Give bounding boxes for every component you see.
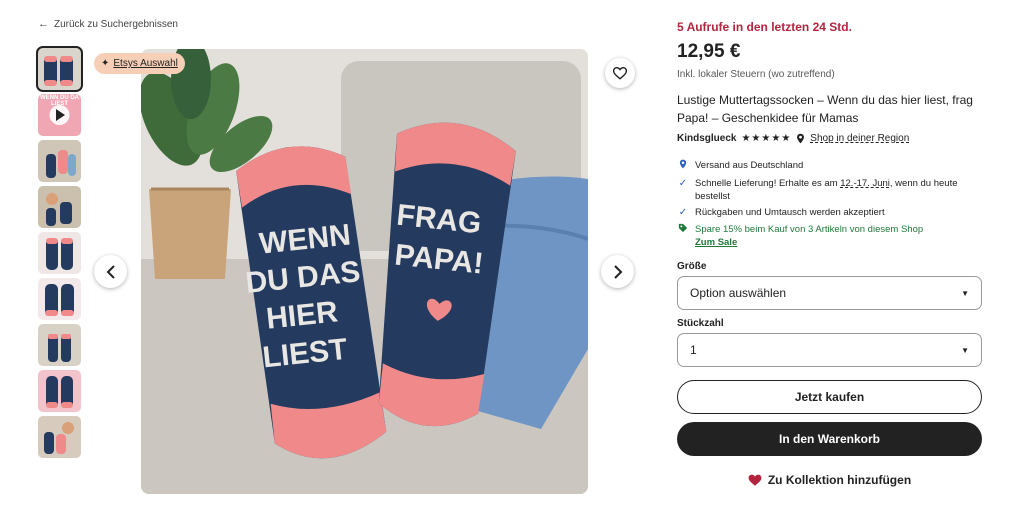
caret-down-icon: ▼ — [961, 345, 969, 355]
video-thumb-text: WENN DU DA LIEST — [40, 95, 79, 107]
badge-label: Etsys Auswahl — [113, 58, 178, 69]
location-pin-icon — [677, 159, 689, 173]
thumbnail-7[interactable] — [38, 324, 81, 366]
sparkle-icon: ✦ — [101, 58, 110, 69]
fast-delivery-text: Schnelle Lieferung! Erhalte es am 12.-17… — [695, 177, 977, 203]
tax-note: Inkl. lokaler Steuern (wo zutreffend) — [677, 69, 835, 80]
sale-link[interactable]: Zum Sale — [695, 237, 737, 248]
heart-outline-icon — [613, 66, 627, 80]
shipping-from-text: Versand aus Deutschland — [695, 160, 804, 171]
thumbnail-9[interactable] — [38, 416, 81, 458]
feature-shipping: Versand aus Deutschland — [677, 159, 803, 173]
shop-region-link[interactable]: Shop in deiner Region — [810, 133, 909, 144]
size-label: Größe — [677, 261, 707, 272]
thumbnail-5[interactable] — [38, 232, 81, 274]
shop-row: Kindsglueck ★★★★★ Shop in deiner Region — [677, 133, 909, 144]
thumbnail-video[interactable]: WENN DU DA LIEST — [38, 94, 81, 136]
chevron-right-icon — [613, 264, 622, 279]
size-select-value: Option auswählen — [690, 286, 787, 300]
thumbnail-1[interactable] — [36, 46, 83, 92]
caret-down-icon: ▼ — [961, 288, 969, 298]
tag-icon — [677, 223, 689, 249]
quantity-label: Stückzahl — [677, 318, 724, 329]
thumbnail-3[interactable] — [38, 140, 81, 182]
buy-now-button[interactable]: Jetzt kaufen — [677, 380, 982, 414]
feature-discount: Spare 15% beim Kauf von 3 Artikeln von d… — [677, 223, 923, 249]
chevron-left-icon — [106, 264, 115, 279]
price: 12,95 € — [677, 41, 741, 62]
add-to-collection-label: Zu Kollektion hinzufügen — [767, 473, 912, 487]
favorite-button[interactable] — [605, 58, 635, 88]
add-to-collection-button[interactable]: Zu Kollektion hinzufügen — [677, 473, 982, 487]
rating-stars: ★★★★★ — [741, 133, 792, 144]
checkmark-icon: ✓ — [678, 207, 688, 218]
delivery-dates[interactable]: 12.-17. Juni — [840, 178, 890, 189]
previous-image-button[interactable] — [94, 255, 127, 288]
checkmark-icon: ✓ — [678, 178, 688, 189]
feature-returns: ✓ Rückgaben und Umtausch werden akzeptie… — [677, 206, 885, 219]
back-link-label: Zurück zu Suchergebnissen — [54, 18, 178, 30]
returns-text: Rückgaben und Umtausch werden akzeptiert — [695, 207, 885, 218]
quantity-select[interactable]: 1 ▼ — [677, 333, 982, 367]
etsy-pick-badge[interactable]: ✦ Etsys Auswahl — [94, 53, 185, 74]
thumbnail-strip: WENN DU DA LIEST — [36, 46, 83, 458]
feature-fast-delivery: ✓ Schnelle Lieferung! Erhalte es am 12.-… — [677, 177, 977, 203]
quantity-select-value: 1 — [690, 343, 697, 357]
thumbnail-6[interactable] — [38, 278, 81, 320]
add-to-cart-button[interactable]: In den Warenkorb — [677, 422, 982, 456]
heart-filled-icon — [748, 474, 762, 486]
views-count: 5 Aufrufe in den letzten 24 Std. — [677, 20, 852, 34]
thumbnail-8[interactable] — [38, 370, 81, 412]
location-pin-icon — [797, 133, 805, 144]
listing-title: Lustige Muttertagssocken – Wenn du das h… — [677, 93, 973, 125]
back-to-results-link[interactable]: ← Zurück zu Suchergebnissen — [38, 18, 178, 30]
fast-delivery-prefix: Schnelle Lieferung! Erhalte es am — [695, 178, 841, 189]
discount-text: Spare 15% beim Kauf von 3 Artikeln von d… — [695, 224, 924, 235]
size-select[interactable]: Option auswählen ▼ — [677, 276, 982, 310]
socks-illustration: WENN DU DAS HIER LIEST FRAG PAPA! — [141, 49, 588, 494]
arrow-left-icon: ← — [38, 18, 49, 30]
next-image-button[interactable] — [601, 255, 634, 288]
shop-name-link[interactable]: Kindsglueck — [677, 133, 736, 144]
main-product-image: WENN DU DAS HIER LIEST FRAG PAPA! — [141, 49, 588, 494]
discount-text-block: Spare 15% beim Kauf von 3 Artikeln von d… — [695, 223, 923, 249]
thumbnail-4[interactable] — [38, 186, 81, 228]
